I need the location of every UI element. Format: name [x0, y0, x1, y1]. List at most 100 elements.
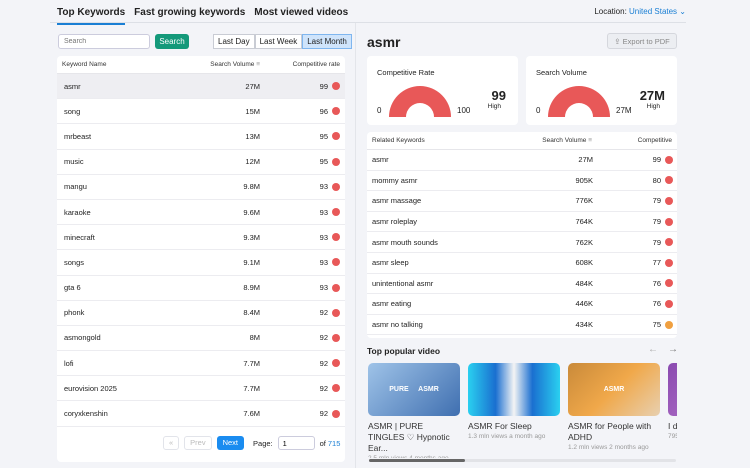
- rate-value: 92: [319, 409, 328, 419]
- divider: [50, 22, 686, 23]
- gauge-level: High: [487, 103, 501, 110]
- table-row[interactable]: asmr no talking 434K 75: [367, 315, 677, 336]
- table-row[interactable]: gta 6 8.9M 93: [57, 276, 345, 301]
- video-carousel: PURE ASMR ASMR | PURE TINGLES ♡ Hypnotic…: [368, 363, 677, 458]
- gauge-value: 99: [491, 88, 506, 103]
- video-thumbnail[interactable]: [668, 363, 677, 416]
- related-keywords-table: Related Keywords Search Volume ≡ Competi…: [367, 132, 677, 338]
- rate: 79: [593, 217, 673, 226]
- next-button[interactable]: Next: [216, 436, 245, 450]
- rate-value: 93: [319, 283, 328, 293]
- video-thumbnail[interactable]: ASMR: [568, 363, 660, 416]
- keyword: asmr eating: [372, 299, 412, 309]
- table-row[interactable]: asmr sleep 608K 77: [367, 253, 677, 274]
- table-row[interactable]: songs 9.1M 93: [57, 250, 345, 276]
- search-button[interactable]: Search: [155, 34, 189, 49]
- rate: 76: [593, 279, 673, 288]
- keyword: song: [64, 106, 81, 116]
- table-row[interactable]: mangu 9.8M 93: [57, 175, 345, 200]
- gauge-min: 0: [377, 106, 382, 115]
- table-row[interactable]: asmr 27M 99: [367, 150, 677, 171]
- scrollbar-thumb[interactable]: [369, 459, 465, 462]
- keyword: unintentional asmr: [372, 278, 434, 288]
- col-volume-label: Search Volume: [210, 61, 255, 68]
- volume: 27M: [578, 155, 593, 165]
- video-title[interactable]: ASMR For Sleep: [468, 421, 560, 432]
- search-volume-card: Search Volume 0 27M 27M High: [526, 56, 677, 125]
- range-last-week[interactable]: Last Week: [254, 34, 303, 49]
- video-card[interactable]: ASMR For Sleep 1.3 mln views a month ago: [468, 363, 560, 458]
- table-row[interactable]: mommy asmr 905K 80: [367, 171, 677, 192]
- table-row[interactable]: karaoke 9.6M 93: [57, 200, 345, 226]
- range-last-month[interactable]: Last Month: [302, 34, 352, 49]
- keyword: asmr massage: [372, 196, 422, 206]
- location-select[interactable]: Location: United States ⌄: [594, 7, 686, 16]
- prev-button[interactable]: Prev: [184, 436, 212, 450]
- table-row[interactable]: asmr 27M 99: [57, 74, 345, 100]
- video-card[interactable]: ASMR ASMR for People with ADHD 1.2 mln v…: [568, 363, 660, 458]
- table-row[interactable]: asmr eating 446K 76: [367, 294, 677, 315]
- chevron-down-icon: ⌄: [679, 7, 686, 16]
- rate-dot-icon: [665, 238, 673, 247]
- col-volume[interactable]: Search Volume ≡: [170, 61, 260, 68]
- table-row[interactable]: minecraft 9.3M 93: [57, 225, 345, 251]
- volume: 7.6M: [243, 409, 260, 419]
- page-input[interactable]: [277, 436, 315, 450]
- thumbnail-text: ASMR: [603, 386, 625, 393]
- video-card[interactable]: I d ar 795: [668, 363, 677, 458]
- table-header: Keyword Name Search Volume ≡ Competitive…: [57, 56, 345, 74]
- video-thumbnail[interactable]: [468, 363, 560, 416]
- keyword: asmr no talking: [372, 320, 423, 330]
- gauge-level: High: [646, 103, 660, 110]
- keyword: asmr: [372, 155, 389, 165]
- volume: 8.4M: [243, 308, 260, 318]
- table-row[interactable]: mrbeast 13M 95: [57, 124, 345, 150]
- table-row[interactable]: asmr mouth sounds 762K 79: [367, 232, 677, 253]
- video-meta: 2.5 mln views 4 months ago: [368, 455, 460, 458]
- video-thumbnail[interactable]: PURE ASMR: [368, 363, 460, 416]
- table-row[interactable]: asmongold 8M 92: [57, 326, 345, 352]
- col-volume[interactable]: Search Volume ≡: [482, 137, 592, 144]
- table-row[interactable]: song 15M 96: [57, 99, 345, 125]
- keyword: mommy asmr: [372, 175, 418, 185]
- rate-dot-icon: [332, 82, 340, 91]
- keywords-table: Keyword Name Search Volume ≡ Competitive…: [57, 56, 345, 462]
- search-input[interactable]: [58, 34, 150, 49]
- video-title[interactable]: ASMR for People with ADHD: [568, 421, 660, 443]
- arrow-left-icon[interactable]: ←: [648, 344, 658, 355]
- table-row[interactable]: coryxkenshin 7.6M 92: [57, 401, 345, 427]
- table-row[interactable]: music 12M 95: [57, 150, 345, 175]
- rate-value: 75: [652, 320, 661, 330]
- video-title[interactable]: ASMR | PURE TINGLES ♡ Hypnotic Ear...: [368, 421, 460, 454]
- table-row[interactable]: lofi 7.7M 92: [57, 351, 345, 377]
- rate-dot-icon: [665, 176, 673, 185]
- arrow-right-icon[interactable]: →: [668, 344, 678, 355]
- table-row[interactable]: asmr massage 776K 79: [367, 191, 677, 212]
- rate: 95: [260, 157, 340, 166]
- rate: 76: [593, 299, 673, 308]
- gauge-value: 27M: [639, 88, 665, 103]
- total-pages[interactable]: 715: [328, 439, 341, 448]
- table-row[interactable]: unintentional asmr 484K 76: [367, 274, 677, 295]
- rate: 99: [593, 155, 673, 164]
- volume: 905K: [575, 175, 593, 185]
- rate-dot-icon: [332, 333, 340, 342]
- volume: 27M: [245, 81, 260, 91]
- first-page-button[interactable]: «: [163, 436, 180, 450]
- table-row[interactable]: asmr roleplay 764K 79: [367, 212, 677, 233]
- rate: 93: [260, 208, 340, 217]
- export-pdf-button[interactable]: ⇪ Export to PDF: [607, 33, 677, 49]
- rate: 93: [260, 182, 340, 191]
- table-row[interactable]: phonk 8.4M 92: [57, 301, 345, 326]
- gauge-min: 0: [536, 106, 541, 115]
- pagination: « Prev Next Page: of715: [163, 436, 340, 450]
- volume: 8.9M: [243, 283, 260, 293]
- carousel-scrollbar[interactable]: [369, 459, 676, 462]
- video-title[interactable]: I d ar: [668, 421, 677, 432]
- video-card[interactable]: PURE ASMR ASMR | PURE TINGLES ♡ Hypnotic…: [368, 363, 460, 458]
- card-label: Search Volume: [536, 68, 587, 77]
- col-related: Related Keywords: [372, 137, 425, 144]
- range-last-day[interactable]: Last Day: [213, 34, 255, 49]
- upload-icon: ⇪: [614, 37, 621, 46]
- table-row[interactable]: eurovision 2025 7.7M 92: [57, 376, 345, 402]
